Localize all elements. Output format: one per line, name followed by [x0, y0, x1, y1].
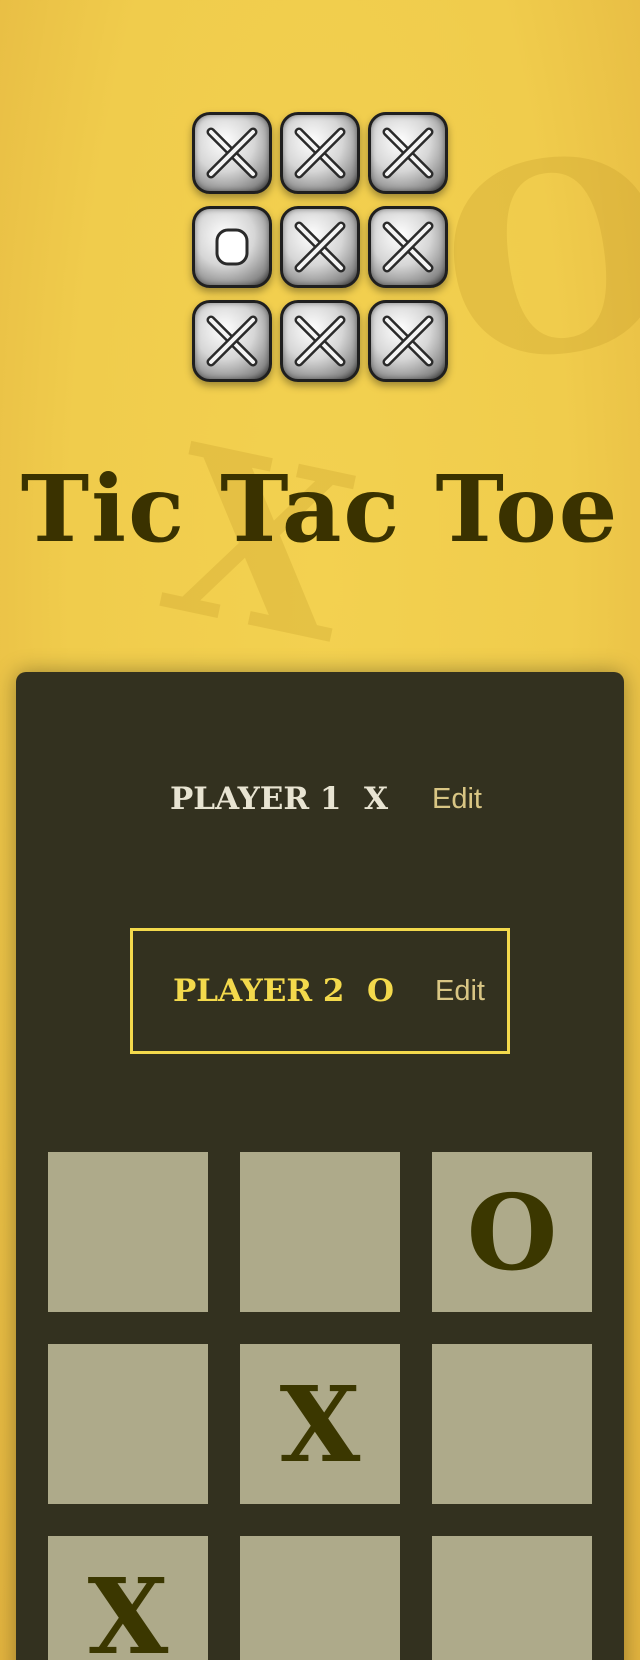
logo-tile-2: [280, 112, 360, 194]
page-title: Tic Tac Toe: [20, 455, 620, 563]
logo-tile-5: [280, 206, 360, 288]
board-cell-2[interactable]: [240, 1152, 400, 1312]
x-mark-icon: [382, 315, 434, 367]
logo-tile-4: [192, 206, 272, 288]
board-cell-6[interactable]: [432, 1344, 592, 1504]
player-2-name: PLAYER 2: [173, 973, 345, 1009]
x-mark-icon: [382, 127, 434, 179]
player-2-row: PLAYER 2 O Edit: [130, 928, 510, 1054]
logo-tile-1: [192, 112, 272, 194]
player-2-symbol: O: [367, 973, 395, 1009]
x-mark-icon: [294, 221, 346, 273]
x-mark-icon: [206, 127, 258, 179]
board-cell-5[interactable]: X: [240, 1344, 400, 1504]
board-cell-4[interactable]: [48, 1344, 208, 1504]
background-o-decoration: O: [423, 92, 640, 427]
game-board: O X X: [48, 1152, 592, 1660]
player-1-symbol: X: [364, 781, 389, 817]
x-mark-icon: [294, 315, 346, 367]
player-1-row: PLAYER 1 X Edit: [130, 736, 510, 862]
x-mark-icon: [382, 221, 434, 273]
board-cell-7[interactable]: X: [48, 1536, 208, 1660]
x-mark-icon: [294, 127, 346, 179]
o-mark-icon: [215, 228, 249, 266]
player-1-edit-button[interactable]: Edit: [432, 783, 482, 816]
player-1-name: PLAYER 1: [170, 781, 342, 817]
logo-tile-9: [368, 300, 448, 382]
logo-tile-6: [368, 206, 448, 288]
game-logo: [192, 112, 448, 382]
board-cell-3[interactable]: O: [432, 1152, 592, 1312]
board-cell-8[interactable]: [240, 1536, 400, 1660]
board-cell-9[interactable]: [432, 1536, 592, 1660]
player-2-edit-button[interactable]: Edit: [435, 975, 485, 1008]
board-cell-1[interactable]: [48, 1152, 208, 1312]
logo-tile-7: [192, 300, 272, 382]
page: O X Tic Tac Toe PLAYER 1 X Edit PLAYER 2…: [0, 0, 640, 1660]
logo-tile-8: [280, 300, 360, 382]
logo-tile-3: [368, 112, 448, 194]
x-mark-icon: [206, 315, 258, 367]
